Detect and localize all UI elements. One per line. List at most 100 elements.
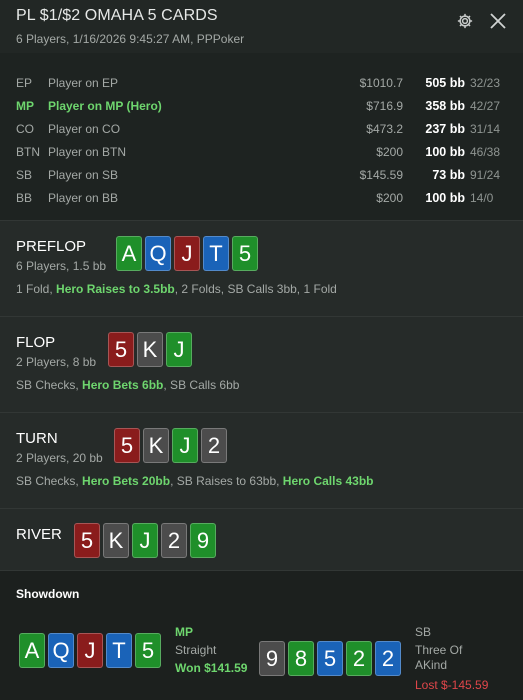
card: J [166,332,192,367]
player-stats: 42/27 [470,99,501,113]
action-text: , SB Raises to 63bb, [170,474,283,488]
player-stack: $1010.7 [359,76,403,90]
player-stats: 32/23 [470,76,501,90]
street-name: TURN [16,430,58,447]
showdown-title: Showdown [16,587,80,601]
player-row-hero: MP Player on MP (Hero) $716.9 358 bb 42/… [0,95,523,118]
street-turn: TURN 2 Players, 20 bb 5 K J 2 SB Checks,… [0,412,523,508]
player-row: EP Player on EP $1010.7 505 bb 32/23 [0,72,523,95]
street-info: 6 Players, 1.5 bb [16,259,107,273]
card: 8 [288,641,314,676]
player-stack-bb: 358 bb [425,99,465,113]
player-name: Player on EP [48,76,119,90]
player-stats: 46/38 [470,145,501,159]
card: 2 [375,641,401,676]
action-text: SB Checks, [16,474,83,488]
player-position: SB [16,168,33,182]
hero-showdown-cards: A Q J T 5 [19,633,161,668]
hero-action: Hero Bets 20bb [82,474,171,488]
player-stats: 31/14 [470,122,501,136]
board-cards: 5 K J 2 9 [74,523,216,558]
card: T [203,236,229,271]
hero-hole-cards: A Q J T 5 [116,236,258,271]
street-river: RIVER 5 K J 2 9 [0,508,523,570]
card: 5 [114,428,140,463]
street-info: 2 Players, 20 bb [16,451,103,465]
street-preflop: PREFLOP 6 Players, 1.5 bb A Q J T 5 1 Fo… [0,220,523,316]
player-stats: 91/24 [470,168,501,182]
action-text: , SB Calls 6bb [163,378,240,392]
player-stack: $716.9 [366,99,403,113]
board-cards: 5 K J 2 [114,428,227,463]
header: PL $1/$2 OMAHA 5 CARDS 6 Players, 1/16/2… [0,0,523,53]
close-icon[interactable] [489,12,507,30]
street-info: 2 Players, 8 bb [16,355,97,369]
card: 5 [108,332,134,367]
player-row: SB Player on SB $145.59 73 bb 91/24 [0,164,523,187]
villain-result: Lost $-145.59 [415,678,489,692]
player-row: BB Player on BB $200 100 bb 14/0 [0,187,523,210]
card: K [103,523,129,558]
villain-hand-rank-line2: AKind [415,658,448,672]
hero-action: Hero Raises to 3.5bb [56,282,175,296]
card: 2 [161,523,187,558]
card: J [132,523,158,558]
street-name: FLOP [16,334,56,351]
player-name: Player on SB [48,168,119,182]
player-name: Player on MP (Hero) [48,99,162,113]
player-name: Player on CO [48,122,121,136]
villain-showdown-position: SB [415,625,432,639]
player-stack: $200 [376,145,403,159]
card: T [106,633,132,668]
card: 5 [317,641,343,676]
player-stack-bb: 505 bb [425,76,465,90]
hero-showdown-position: MP [175,625,193,639]
card: A [19,633,45,668]
player-position: BTN [16,145,40,159]
card: 5 [74,523,100,558]
player-stats: 14/0 [470,191,494,205]
card: J [174,236,200,271]
card: 5 [135,633,161,668]
card: 9 [259,641,285,676]
player-name: Player on BTN [48,145,127,159]
card: Q [48,633,74,668]
player-stack: $473.2 [366,122,403,136]
card: 9 [190,523,216,558]
showdown-panel: Showdown A Q J T 5 MP Straight Won $141.… [0,570,523,700]
card: K [137,332,163,367]
card: 2 [201,428,227,463]
action-text: SB Checks, [16,378,83,392]
villain-hand-rank-line1: Three Of [415,643,463,657]
card: Q [145,236,171,271]
card: A [116,236,142,271]
card: 2 [346,641,372,676]
card: J [77,633,103,668]
player-stack-bb: 100 bb [425,191,465,205]
player-stack: $200 [376,191,403,205]
players-table: EP Player on EP $1010.7 505 bb 32/23 MP … [0,53,523,220]
board-cards: 5 K J [108,332,192,367]
player-stack-bb: 100 bb [425,145,465,159]
hero-action: Hero Calls 43bb [282,474,374,488]
street-actions: SB Checks, Hero Bets 6bb, SB Calls 6bb [16,378,239,392]
street-actions: SB Checks, Hero Bets 20bb, SB Raises to … [16,474,374,488]
player-position: EP [16,76,33,90]
player-position: CO [16,122,34,136]
player-row: CO Player on CO $473.2 237 bb 31/14 [0,118,523,141]
card: K [143,428,169,463]
player-position: BB [16,191,33,205]
street-name: RIVER [16,526,62,543]
street-flop: FLOP 2 Players, 8 bb 5 K J SB Checks, He… [0,316,523,412]
action-text: 1 Fold, [16,282,57,296]
villain-showdown-cards: 9 8 5 2 2 [259,641,401,676]
page-title: PL $1/$2 OMAHA 5 CARDS [16,7,218,24]
player-position: MP [16,99,34,113]
player-row: BTN Player on BTN $200 100 bb 46/38 [0,141,523,164]
player-stack: $145.59 [359,168,403,182]
hero-result: Won $141.59 [175,661,248,675]
street-name: PREFLOP [16,238,87,255]
player-name: Player on BB [48,191,119,205]
gear-icon[interactable] [456,12,474,30]
card: 5 [232,236,258,271]
